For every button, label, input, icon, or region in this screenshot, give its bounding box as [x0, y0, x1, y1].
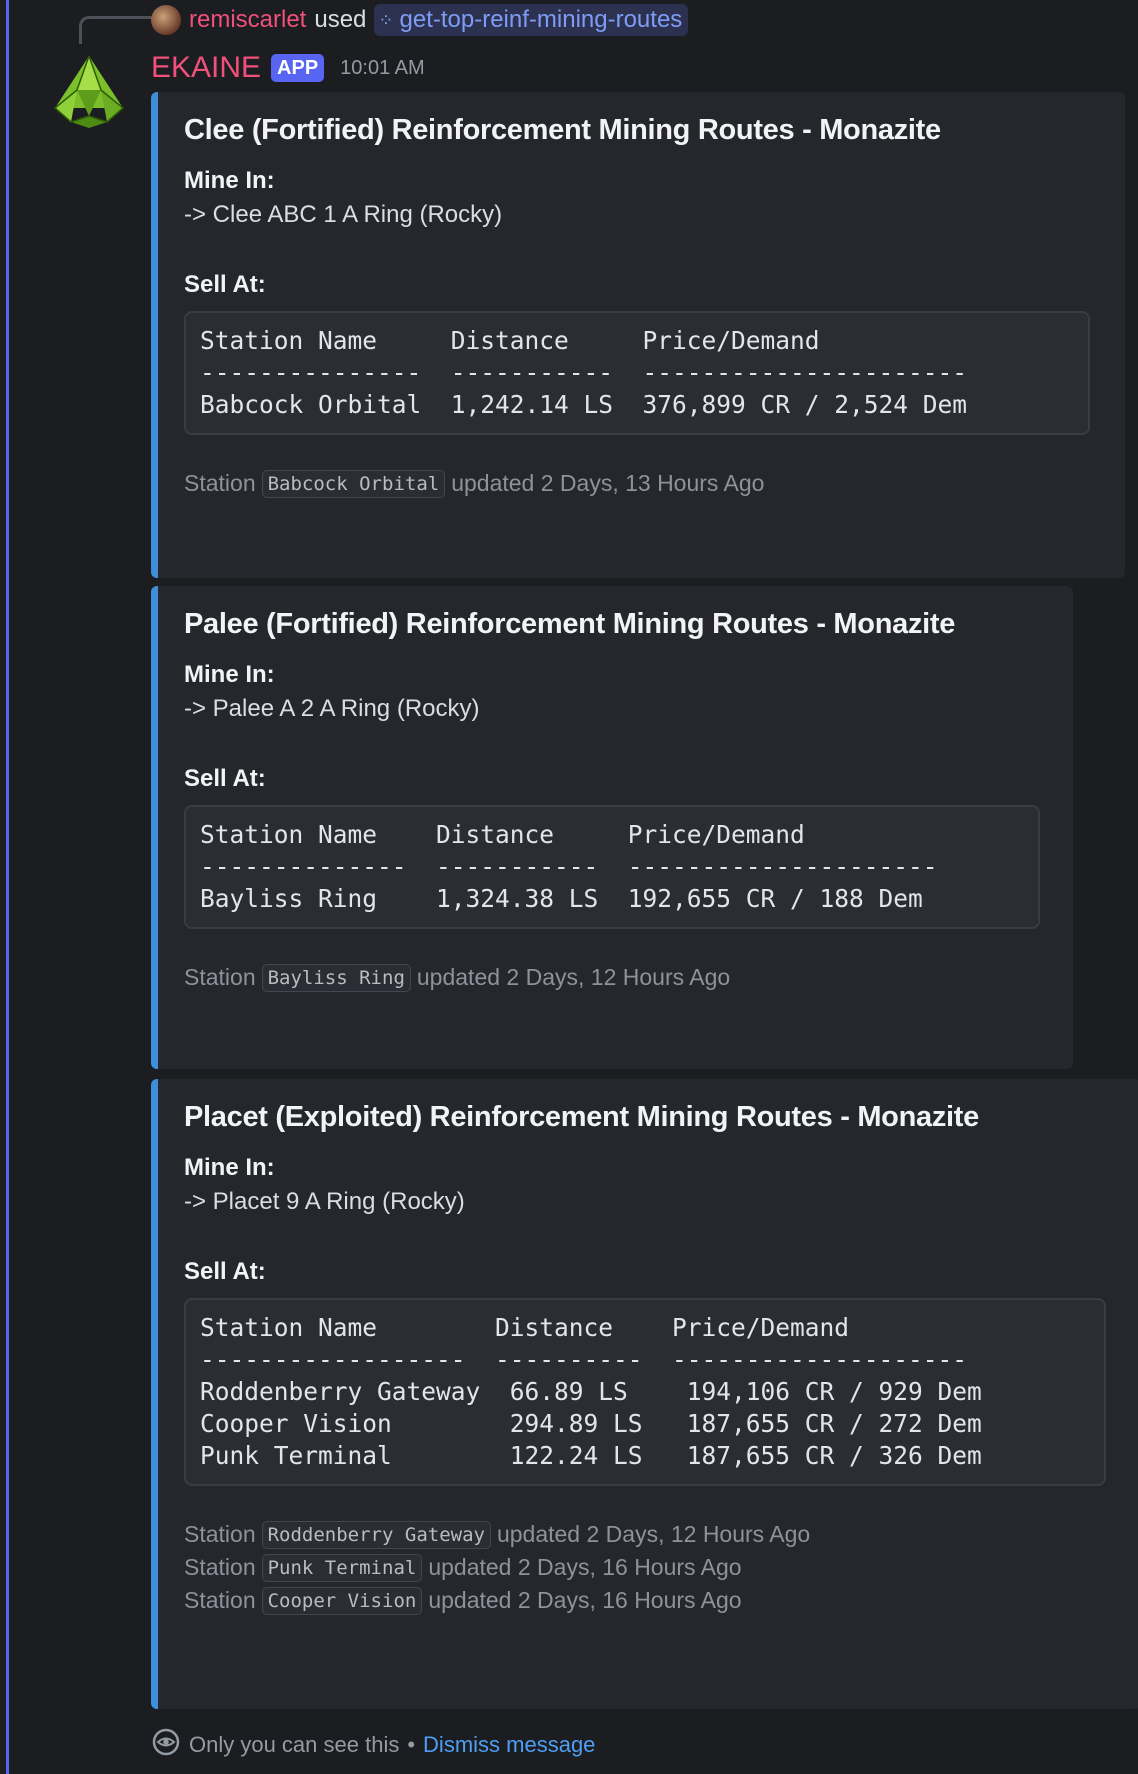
footer-station-code: Babcock Orbital — [261, 469, 446, 498]
embed-footer: Station Bayliss Ring updated 2 Days, 12 … — [184, 961, 1045, 994]
footer-prefix: Station — [184, 964, 256, 990]
unread-indicator-bar — [0, 0, 9, 1774]
message-header: EKAINE APP 10:01 AM — [151, 48, 425, 88]
reply-username[interactable]: remiscarlet — [189, 6, 306, 34]
reply-connector — [79, 16, 157, 44]
embed-clee: Clee (Fortified) Reinforcement Mining Ro… — [151, 92, 1125, 578]
ephemeral-notice: Only you can see this • Dismiss message — [151, 1727, 595, 1763]
message-timestamp[interactable]: 10:01 AM — [340, 57, 425, 80]
embed-footer: Station Babcock Orbital updated 2 Days, … — [184, 467, 1097, 500]
footer-line: Station Babcock Orbital updated 2 Days, … — [184, 467, 1097, 500]
embed-title: Placet (Exploited) Reinforcement Mining … — [184, 1101, 979, 1133]
ephemeral-separator: • — [407, 1732, 416, 1757]
mine-in-label: Mine In: — [184, 1154, 275, 1181]
table-row: Roddenberry Gateway 66.89 LS 194,106 CR … — [200, 1377, 982, 1406]
command-name: get-top-reinf-mining-routes — [399, 6, 683, 33]
reply-context[interactable]: remiscarlet used ⁘ get-top-reinf-mining-… — [151, 4, 689, 36]
footer-suffix: updated 2 Days, 16 Hours Ago — [428, 1554, 742, 1580]
table-row: Punk Terminal 122.24 LS 187,655 CR / 326… — [200, 1441, 982, 1470]
table-row: Babcock Orbital 1,242.14 LS 376,899 CR /… — [200, 390, 968, 419]
mine-in-label: Mine In: — [184, 661, 275, 688]
footer-suffix: updated 2 Days, 16 Hours Ago — [428, 1587, 742, 1613]
table-header: Station Name Distance Price/Demand — [200, 820, 805, 849]
footer-prefix: Station — [184, 470, 256, 496]
table-header: Station Name Distance Price/Demand — [200, 326, 820, 355]
footer-station-code: Bayliss Ring — [261, 963, 411, 992]
footer-line: Station Punk Terminal updated 2 Days, 16… — [184, 1551, 1113, 1584]
footer-station-code: Roddenberry Gateway — [261, 1520, 491, 1549]
command-mention[interactable]: ⁘ get-top-reinf-mining-routes — [374, 4, 689, 36]
slash-command-icon: ⁘ — [378, 9, 394, 30]
table-row: Bayliss Ring 1,324.38 LS 192,655 CR / 18… — [200, 884, 923, 913]
footer-line: Station Roddenberry Gateway updated 2 Da… — [184, 1518, 1113, 1551]
bot-username[interactable]: EKAINE — [151, 51, 261, 85]
table-rule: ------------------ ---------- ----------… — [200, 1345, 968, 1374]
table-header: Station Name Distance Price/Demand — [200, 1313, 850, 1342]
station-table: Station Name Distance Price/Demand ------… — [184, 1298, 1106, 1486]
sell-at-label: Sell At: — [184, 765, 266, 792]
sell-at-label: Sell At: — [184, 1258, 266, 1285]
mine-in-value: -> Palee A 2 A Ring (Rocky) — [184, 695, 480, 722]
embed-title: Palee (Fortified) Reinforcement Mining R… — [184, 608, 956, 640]
embed-palee: Palee (Fortified) Reinforcement Mining R… — [151, 586, 1073, 1069]
ephemeral-text: Only you can see this — [189, 1732, 400, 1757]
footer-prefix: Station — [184, 1554, 256, 1580]
ekaine-logo-icon[interactable] — [49, 50, 129, 130]
footer-station-code: Cooper Vision — [261, 1586, 423, 1615]
app-badge: APP — [271, 54, 325, 82]
mine-in-label: Mine In: — [184, 167, 275, 194]
embed-title: Clee (Fortified) Reinforcement Mining Ro… — [184, 114, 941, 146]
message: remiscarlet used ⁘ get-top-reinf-mining-… — [9, 0, 1138, 1774]
station-table: Station Name Distance Price/Demand ------… — [184, 311, 1090, 435]
footer-suffix: updated 2 Days, 13 Hours Ago — [451, 470, 765, 496]
footer-suffix: updated 2 Days, 12 Hours Ago — [496, 1521, 811, 1547]
footer-prefix: Station — [184, 1521, 256, 1547]
table-rule: -------------- ----------- -------------… — [200, 852, 938, 881]
reply-used-text: used — [314, 6, 367, 33]
table-row: Cooper Vision 294.89 LS 187,655 CR / 272… — [200, 1409, 982, 1438]
footer-suffix: updated 2 Days, 12 Hours Ago — [416, 964, 731, 990]
sell-at-label: Sell At: — [184, 271, 266, 298]
dismiss-message-link[interactable]: Dismiss message — [423, 1732, 595, 1758]
user-avatar-icon[interactable] — [151, 5, 181, 35]
footer-prefix: Station — [184, 1587, 256, 1613]
footer-station-code: Punk Terminal — [261, 1553, 423, 1582]
table-rule: --------------- ----------- ------------… — [200, 358, 968, 387]
mine-in-value: -> Clee ABC 1 A Ring (Rocky) — [184, 201, 503, 228]
eye-icon — [151, 1727, 181, 1763]
embed-placet: Placet (Exploited) Reinforcement Mining … — [151, 1079, 1138, 1709]
footer-line: Station Bayliss Ring updated 2 Days, 12 … — [184, 961, 1045, 994]
station-table: Station Name Distance Price/Demand ------… — [184, 805, 1040, 929]
mine-in-value: -> Placet 9 A Ring (Rocky) — [184, 1188, 465, 1215]
footer-line: Station Cooper Vision updated 2 Days, 16… — [184, 1584, 1113, 1617]
embed-footer: Station Roddenberry Gateway updated 2 Da… — [184, 1518, 1113, 1617]
